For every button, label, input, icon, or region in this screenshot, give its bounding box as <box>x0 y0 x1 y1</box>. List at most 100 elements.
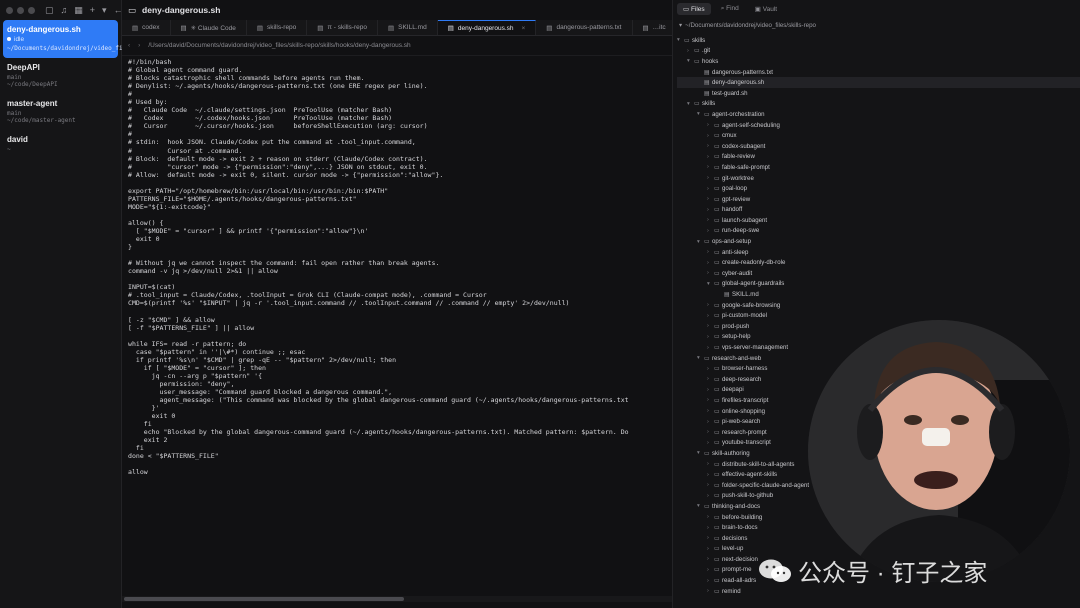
chevron-right-icon[interactable]: › <box>707 249 714 255</box>
chevron-down-icon[interactable]: ▾ <box>697 503 704 509</box>
chevron-right-icon[interactable]: › <box>707 207 714 213</box>
forward-arrow-icon[interactable]: › <box>138 42 140 49</box>
chevron-right-icon[interactable]: › <box>707 313 714 319</box>
tree-folder[interactable]: ▾ ▭ global-agent-guardrails <box>677 279 1080 290</box>
tree-folder[interactable]: ▾ ▭ skills <box>677 99 1080 110</box>
chevron-down-icon[interactable]: ▾ <box>697 239 704 245</box>
editor-tab[interactable]: ▤ SKILL.md <box>378 20 438 35</box>
tree-folder[interactable]: › ▭ anti-sleep <box>677 247 1080 258</box>
editor-tab[interactable]: ▤ ✳ Claude Code <box>171 20 247 35</box>
bell-icon[interactable]: ♫ <box>61 5 68 16</box>
tree-folder[interactable]: ▾ ▭ ops-and-setup <box>677 236 1080 247</box>
chevron-right-icon[interactable]: › <box>707 429 714 435</box>
chevron-right-icon[interactable]: › <box>707 440 714 446</box>
editor-tab[interactable]: ▤ deny-dangerous.sh × <box>437 20 537 35</box>
tree-folder[interactable]: ▾ ▭ agent-orchestration <box>677 109 1080 120</box>
close-tab-icon[interactable]: × <box>522 25 526 32</box>
chevron-right-icon[interactable]: › <box>707 260 714 266</box>
session-item[interactable]: deny-dangerous.sh idle ~/Documents/davidon… <box>3 20 126 58</box>
chevron-right-icon[interactable]: › <box>707 397 714 403</box>
session-item[interactable]: master-agent main ~/code/master-agent <box>3 94 118 130</box>
chevron-right-icon[interactable]: › <box>707 535 714 541</box>
chevron-right-icon[interactable]: › <box>707 419 714 425</box>
editor-tab[interactable]: ▤ skills-repo <box>247 20 308 35</box>
tree-folder[interactable]: › ▭ .git <box>677 46 1080 57</box>
tree-file[interactable]: ▤ deny-dangerous.sh <box>677 77 1080 88</box>
tree-folder[interactable]: › ▭ pi-custom-model <box>677 310 1080 321</box>
chevron-right-icon[interactable]: › <box>707 493 714 499</box>
back-arrow-icon[interactable]: ‹ <box>128 42 130 49</box>
tree-folder[interactable]: › ▭ run-deep-swe <box>677 226 1080 237</box>
chevron-right-icon[interactable]: › <box>707 588 714 594</box>
chevron-right-icon[interactable]: › <box>707 122 714 128</box>
code-editor[interactable]: #!/bin/bash # Global agent command guard… <box>128 58 668 588</box>
tree-folder[interactable]: › ▭ goal-loop <box>677 183 1080 194</box>
tree-folder[interactable]: › ▭ launch-subagent <box>677 215 1080 226</box>
editor-tab[interactable]: ▤ dangerous-patterns.txt <box>536 20 633 35</box>
chevron-right-icon[interactable]: › <box>707 578 714 584</box>
editor-tab[interactable]: ▤ …itc <box>633 20 677 35</box>
chevron-right-icon[interactable]: › <box>707 334 714 340</box>
chevron-right-icon[interactable]: › <box>707 482 714 488</box>
chevron-right-icon[interactable]: › <box>707 217 714 223</box>
tree-folder[interactable]: › ▭ cyber-audit <box>677 268 1080 279</box>
tree-folder[interactable]: › ▭ cmux <box>677 130 1080 141</box>
tree-file[interactable]: ▤ SKILL.md <box>677 289 1080 300</box>
chevron-right-icon[interactable]: › <box>707 143 714 149</box>
chevron-right-icon[interactable]: › <box>707 164 714 170</box>
chevron-right-icon[interactable]: › <box>707 472 714 478</box>
scrollbar-thumb[interactable] <box>124 597 404 601</box>
chevron-right-icon[interactable]: › <box>707 186 714 192</box>
tree-folder[interactable]: › ▭ create-readonly-db-role <box>677 257 1080 268</box>
chevron-down-icon[interactable]: ▾ <box>687 58 694 64</box>
chevron-right-icon[interactable]: › <box>707 345 714 351</box>
chevron-right-icon[interactable]: › <box>707 376 714 382</box>
chevron-right-icon[interactable]: › <box>707 302 714 308</box>
tree-folder[interactable]: › ▭ prod-push <box>677 321 1080 332</box>
tree-file[interactable]: ▤ dangerous-patterns.txt <box>677 67 1080 78</box>
editor-tab[interactable]: ▤ codex <box>122 20 171 35</box>
chevron-right-icon[interactable]: › <box>707 270 714 276</box>
session-item[interactable]: DeepAPI main ~/code/DeepAPI <box>3 58 118 94</box>
chevron-down-icon[interactable]: ▾ <box>707 281 714 287</box>
tree-folder[interactable]: › ▭ gpt-review <box>677 194 1080 205</box>
horizontal-scrollbar[interactable] <box>122 596 672 602</box>
tree-file[interactable]: ▤ test-guard.sh <box>677 88 1080 99</box>
tree-folder[interactable]: › ▭ agent-self-scheduling <box>677 120 1080 131</box>
add-icon[interactable]: + <box>90 5 95 16</box>
tree-folder[interactable]: › ▭ fable-review <box>677 152 1080 163</box>
explorer-tab[interactable]: ⌕ Find <box>715 3 745 15</box>
chevron-right-icon[interactable]: › <box>707 175 714 181</box>
chevron-down-icon[interactable]: ▾ <box>102 5 107 16</box>
window-controls[interactable] <box>6 6 35 14</box>
chevron-right-icon[interactable]: › <box>707 387 714 393</box>
tree-folder[interactable]: ▾ ▭ skills <box>677 35 1080 46</box>
chevron-right-icon[interactable]: › <box>707 556 714 562</box>
chevron-right-icon[interactable]: › <box>707 154 714 160</box>
chevron-right-icon[interactable]: › <box>707 228 714 234</box>
chevron-right-icon[interactable]: › <box>707 546 714 552</box>
chevron-right-icon[interactable]: › <box>707 408 714 414</box>
tree-folder[interactable]: › ▭ git-worktree <box>677 173 1080 184</box>
chevron-right-icon[interactable]: › <box>687 48 694 54</box>
chevron-right-icon[interactable]: › <box>707 525 714 531</box>
tree-folder[interactable]: › ▭ fable-safe-prompt <box>677 162 1080 173</box>
editor-tab[interactable]: ▤ π - skills-repo <box>307 20 378 35</box>
chevron-down-icon[interactable]: ▾ <box>697 355 704 361</box>
sidebar-toggle-icon[interactable]: ▢ <box>45 5 54 16</box>
chevron-down-icon[interactable]: ▾ <box>697 450 704 456</box>
chevron-down-icon[interactable]: ▾ <box>677 37 684 43</box>
tree-folder[interactable]: › ▭ google-safe-browsing <box>677 300 1080 311</box>
chevron-down-icon[interactable]: ▾ <box>687 101 694 107</box>
tree-folder[interactable]: › ▭ codex-subagent <box>677 141 1080 152</box>
chevron-right-icon[interactable]: › <box>707 514 714 520</box>
grid-icon[interactable]: ▦ <box>74 5 83 16</box>
chevron-right-icon[interactable]: › <box>707 567 714 573</box>
chevron-right-icon[interactable]: › <box>707 366 714 372</box>
tree-folder[interactable]: › ▭ handoff <box>677 205 1080 216</box>
chevron-down-icon[interactable]: ▾ <box>679 22 682 29</box>
session-item[interactable]: david ~ <box>3 130 118 159</box>
chevron-down-icon[interactable]: ▾ <box>697 111 704 117</box>
chevron-right-icon[interactable]: › <box>707 196 714 202</box>
tree-folder[interactable]: ▾ ▭ hooks <box>677 56 1080 67</box>
